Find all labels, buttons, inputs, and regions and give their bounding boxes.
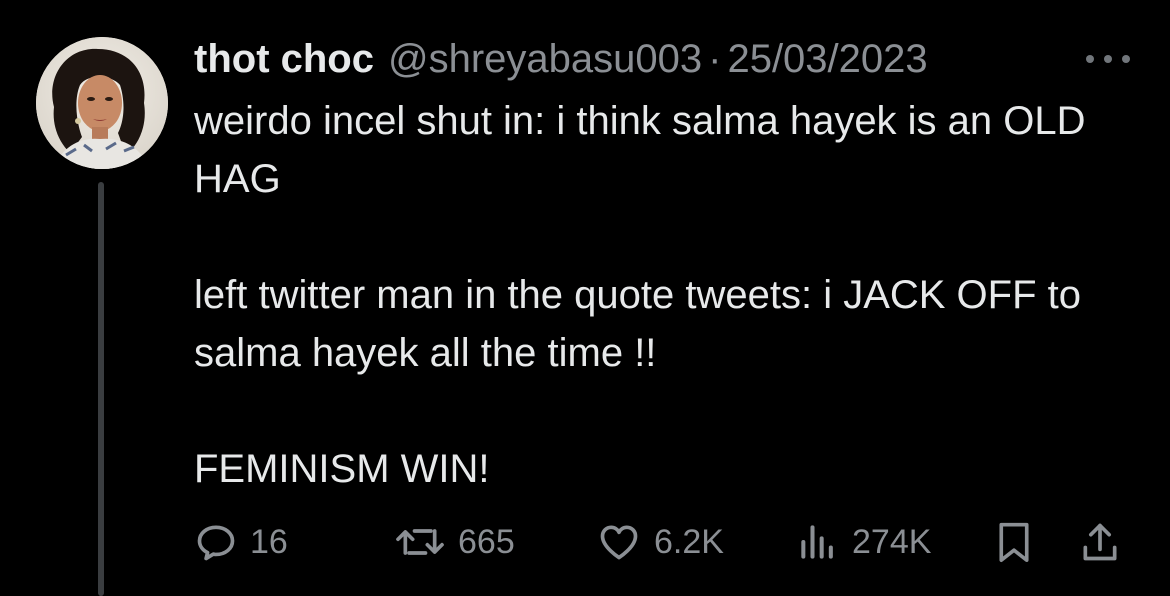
separator-dot: · (708, 36, 722, 81)
views-button[interactable]: 274K (796, 516, 931, 568)
tweet-paragraph: left twitter man in the quote tweets: i … (194, 273, 1093, 375)
bookmark-button[interactable] (994, 516, 1034, 568)
tweet-paragraph: FEMINISM WIN! (194, 447, 490, 491)
avatar-photo (36, 37, 168, 169)
avatar[interactable] (36, 37, 168, 169)
thread-line (98, 182, 104, 596)
user-handle[interactable]: @shreyabasu003 (388, 37, 702, 82)
more-dot (1122, 55, 1130, 63)
share-icon (1083, 523, 1117, 561)
share-button[interactable] (1078, 516, 1122, 568)
tweet-header: thot choc @shreyabasu003 · 25/03/2023 (194, 34, 928, 84)
like-count: 6.2K (654, 522, 724, 561)
paragraph-spacer (194, 208, 1134, 266)
more-dot (1104, 55, 1112, 63)
bookmark-icon (999, 522, 1029, 562)
retweet-count: 665 (458, 522, 515, 561)
display-name[interactable]: thot choc (194, 37, 374, 82)
action-bar: 16 665 6.2K 274K (194, 516, 1134, 568)
reply-button[interactable]: 16 (194, 516, 288, 568)
tweet-paragraph: weirdo incel shut in: i think salma haye… (194, 99, 1097, 201)
reply-icon (197, 525, 235, 561)
like-button[interactable]: 6.2K (596, 516, 724, 568)
tweet: thot choc @shreyabasu003 · 25/03/2023 we… (0, 0, 1170, 596)
more-dot (1086, 55, 1094, 63)
tweet-date[interactable]: 25/03/2023 (727, 37, 927, 82)
views-count: 274K (852, 522, 932, 561)
retweet-icon (396, 529, 444, 555)
tweet-text: weirdo incel shut in: i think salma haye… (194, 92, 1134, 498)
reply-count: 16 (250, 522, 288, 561)
retweet-button[interactable]: 665 (394, 516, 515, 568)
views-chart-icon (801, 525, 833, 559)
paragraph-spacer (194, 382, 1134, 440)
heart-icon (600, 525, 638, 560)
more-icon[interactable] (1086, 52, 1130, 66)
